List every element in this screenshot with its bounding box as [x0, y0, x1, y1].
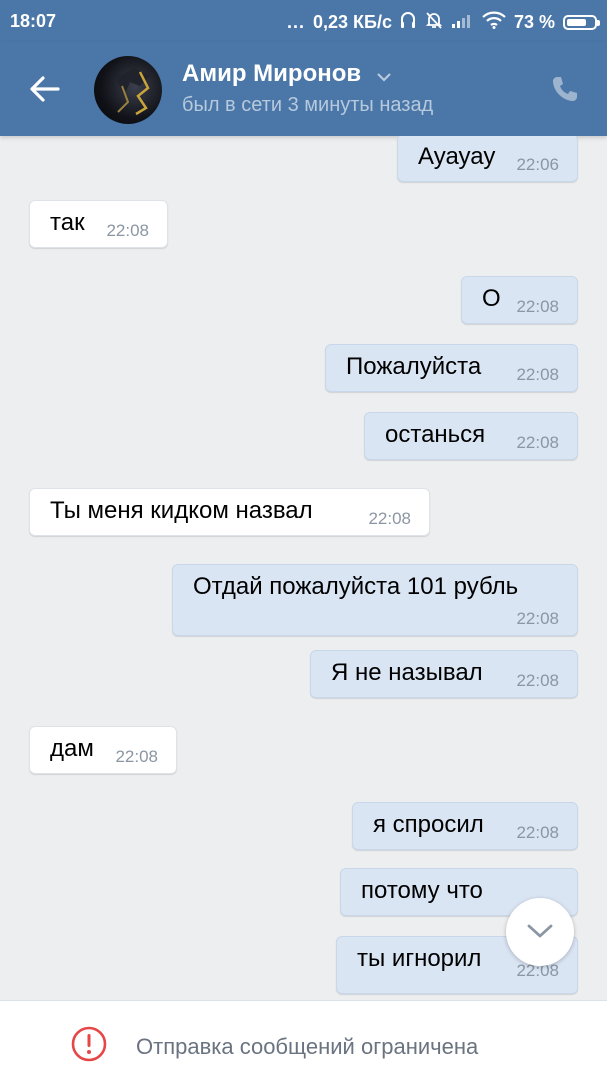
messaging-restricted-notice: Отправка сообщений ограничена: [70, 1025, 478, 1068]
message-incoming[interactable]: Ты меня кидком назвал 22:08: [29, 488, 430, 536]
contact-status: был в сети 3 минуты назад: [182, 94, 434, 116]
message-time: 22:08: [516, 365, 559, 384]
message-text: Ты меня кидком назвал: [50, 497, 313, 524]
network-speed: 0,23 КБ/с: [312, 12, 392, 32]
message-incoming[interactable]: так 22:08: [29, 200, 168, 248]
message-text: Я не называл: [331, 659, 483, 686]
message-outgoing[interactable]: Отдай пожалуйста 101 рубль 22:08: [172, 564, 578, 636]
message-time: 22:08: [115, 747, 158, 766]
message-text: Ауауау: [418, 143, 496, 170]
message-time: 22:08: [516, 433, 559, 452]
contact-name: Амир Миронов: [182, 60, 362, 87]
message-list[interactable]: Ауауау 22:06 так 22:08 О 22:08 Пожалуйст…: [0, 136, 607, 1000]
message-time: 22:08: [368, 509, 411, 528]
message-text: потому что: [361, 877, 483, 904]
message-incoming[interactable]: дам 22:08: [29, 726, 177, 774]
message-time: 22:08: [516, 609, 559, 628]
message-outgoing[interactable]: останься 22:08: [364, 412, 578, 460]
message-text: так: [50, 209, 85, 236]
message-time: 22:08: [106, 221, 149, 240]
message-outgoing[interactable]: О 22:08: [461, 276, 578, 324]
back-button[interactable]: [28, 72, 68, 106]
phone-icon: [550, 77, 580, 108]
message-time: 22:08: [516, 671, 559, 690]
message-outgoing[interactable]: Я не называл 22:08: [310, 650, 578, 698]
avatar[interactable]: [94, 56, 162, 124]
message-text: Пожалуйста: [346, 353, 482, 380]
signal-icon: [451, 12, 474, 33]
mute-bell-icon: [424, 10, 444, 35]
message-text: О: [482, 285, 501, 312]
headphones-icon: [400, 11, 416, 34]
call-button[interactable]: [550, 74, 582, 106]
status-dots: ...: [286, 12, 305, 32]
status-time: 18:07: [10, 11, 57, 31]
status-right: ... 0,23 КБ/с 73 %: [286, 10, 600, 35]
message-text: останься: [385, 421, 486, 448]
message-time: 22:08: [516, 823, 559, 842]
back-arrow-icon: [28, 76, 62, 110]
message-outgoing[interactable]: я спросил 22:08: [352, 802, 578, 850]
message-time: 22:08: [516, 297, 559, 316]
contact-name-row[interactable]: Амир Миронов: [182, 60, 392, 89]
message-text: ты игнорил: [357, 945, 482, 972]
message-outgoing[interactable]: Ауауау 22:06: [397, 136, 578, 182]
alert-circle-icon: [70, 1025, 108, 1068]
message-text: я спросил: [373, 811, 484, 838]
restriction-text: Отправка сообщений ограничена: [136, 1033, 479, 1059]
battery-icon: [563, 15, 600, 30]
chat-header: Амир Миронов был в сети 3 минуты назад: [0, 42, 607, 136]
scroll-down-button[interactable]: [506, 898, 574, 966]
chevron-down-icon: [376, 61, 392, 89]
message-time: 22:06: [516, 155, 559, 174]
message-text: Отдай пожалуйста 101 рубль: [193, 573, 519, 600]
message-outgoing[interactable]: Пожалуйста 22:08: [325, 344, 578, 392]
input-area: Отправка сообщений ограничена: [0, 1000, 607, 1081]
message-text: дам: [50, 735, 94, 762]
battery-fill: [567, 19, 586, 26]
battery-percent: 73 %: [513, 12, 555, 32]
wifi-icon: [482, 11, 506, 34]
status-bar: 18:07 ... 0,23 КБ/с 73 %: [0, 0, 607, 42]
